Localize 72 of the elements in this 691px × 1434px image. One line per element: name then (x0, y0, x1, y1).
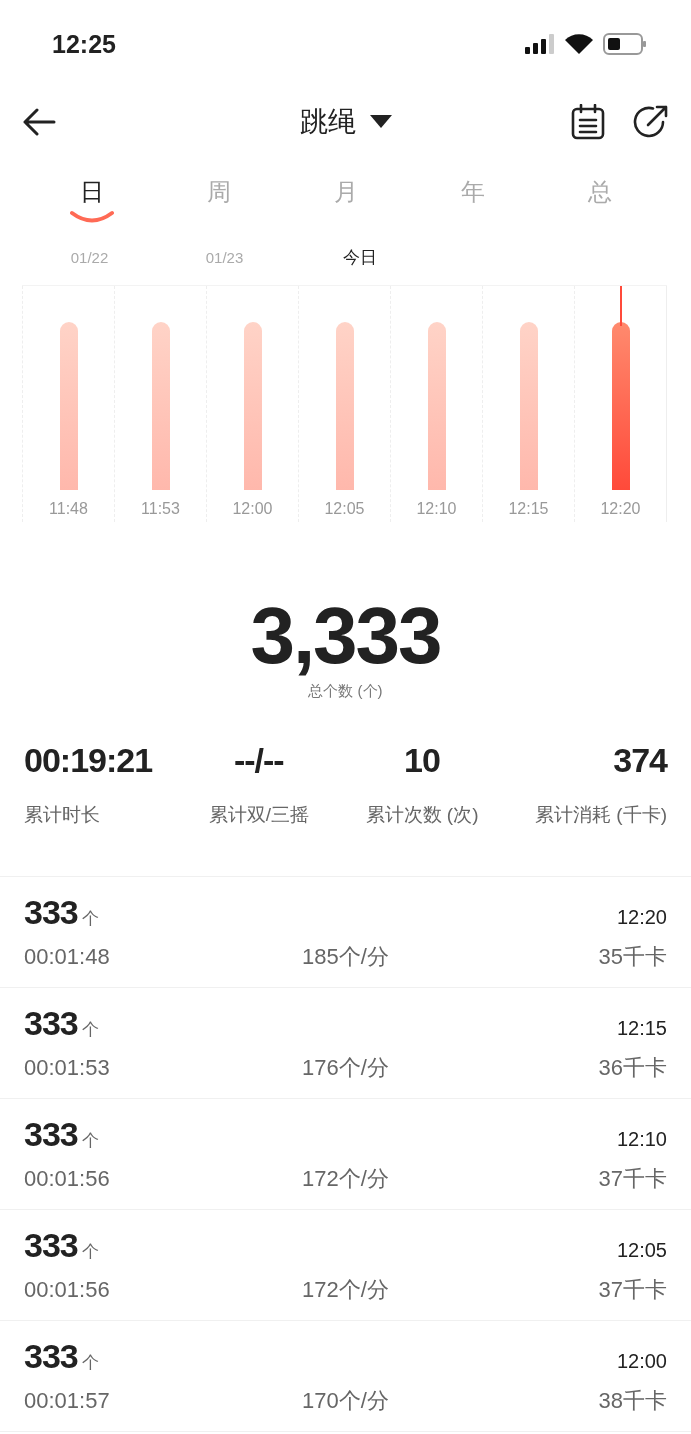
clipboard-icon[interactable] (571, 104, 605, 140)
record-row[interactable]: 333 个 12:20 00:01:48 185个/分 35千卡 (0, 877, 691, 988)
selection-line (619, 286, 622, 326)
record-duration: 00:01:56 (24, 1276, 111, 1303)
record-count: 333 (24, 1336, 78, 1376)
chart-bar[interactable] (519, 322, 538, 490)
record-duration: 00:01:57 (24, 1387, 111, 1414)
tab-indicator-icon (68, 210, 115, 224)
stat-value: 00:19:21 (24, 741, 153, 780)
battery-icon (603, 33, 647, 55)
dropdown-caret-icon[interactable] (369, 115, 392, 129)
record-count: 333 (24, 1003, 78, 1043)
record-calories: 38千卡 (597, 1386, 667, 1415)
record-time: 12:15 (616, 1016, 667, 1040)
record-time: 12:05 (616, 1238, 667, 1262)
total-count: 3,333 (250, 594, 441, 678)
stat-label: 累计双/三摇 (208, 803, 309, 827)
count-unit: 个 (81, 1240, 99, 1263)
share-icon[interactable] (633, 104, 669, 140)
count-unit: 个 (81, 1018, 99, 1041)
record-calories: 36千卡 (597, 1053, 667, 1082)
chart-bar[interactable] (611, 322, 630, 490)
chart-bar[interactable] (427, 322, 446, 490)
record-duration: 00:01:48 (24, 943, 111, 970)
stat-value: --/-- (233, 741, 284, 780)
record-rate: 176个/分 (301, 1053, 390, 1082)
count-unit: 个 (81, 907, 99, 930)
axis-label: 12:10 (416, 500, 457, 518)
stat-value: 10 (404, 741, 440, 780)
count-unit: 个 (81, 1351, 99, 1374)
chart-bar[interactable] (151, 322, 170, 490)
stat-label: 累计时长 (24, 803, 100, 827)
chart-bar[interactable] (243, 322, 262, 490)
record-calories: 37千卡 (597, 1164, 667, 1193)
chart-bar[interactable] (335, 322, 354, 490)
record-rate: 172个/分 (301, 1164, 390, 1193)
back-arrow-icon[interactable] (22, 108, 56, 136)
record-rate: 172个/分 (301, 1275, 390, 1304)
date-tab[interactable]: 今日 (292, 246, 427, 269)
record-count: 333 (24, 892, 78, 932)
stat-label: 累计次数 (次) (365, 803, 479, 827)
record-duration: 00:01:56 (24, 1165, 111, 1192)
page-title[interactable]: 跳绳 (299, 103, 356, 141)
axis-label: 12:05 (324, 500, 365, 518)
period-tab[interactable]: 日 (28, 166, 155, 224)
axis-label: 12:20 (600, 500, 641, 518)
chart-bar[interactable] (59, 322, 78, 490)
record-row[interactable]: 333 个 12:15 00:01:53 176个/分 36千卡 (0, 988, 691, 1099)
total-label: 总个数 (个) (308, 682, 383, 701)
signal-icon (525, 34, 555, 54)
stat-value: 374 (613, 741, 667, 780)
record-count: 333 (24, 1114, 78, 1154)
record-count: 333 (24, 1225, 78, 1265)
record-calories: 37千卡 (597, 1275, 667, 1304)
status-time: 12:25 (52, 29, 116, 59)
record-duration: 00:01:53 (24, 1054, 111, 1081)
record-calories: 35千卡 (597, 942, 667, 971)
record-time: 12:20 (616, 905, 667, 929)
wifi-icon (565, 34, 593, 54)
record-rate: 170个/分 (301, 1386, 390, 1415)
record-rate: 185个/分 (301, 942, 390, 971)
axis-label: 11:48 (49, 500, 88, 518)
axis-label: 11:53 (141, 500, 180, 518)
count-unit: 个 (81, 1129, 99, 1152)
stat-label: 累计消耗 (千卡) (535, 803, 667, 827)
record-time: 12:10 (616, 1127, 667, 1151)
record-row[interactable]: 333 个 12:10 00:01:56 172个/分 37千卡 (0, 1099, 691, 1210)
record-row[interactable]: 333 个 12:00 00:01:57 170个/分 38千卡 (0, 1321, 691, 1432)
record-time: 12:00 (616, 1349, 667, 1373)
record-row[interactable]: 333 个 12:05 00:01:56 172个/分 37千卡 (0, 1210, 691, 1321)
axis-label: 12:00 (232, 500, 273, 518)
axis-label: 12:15 (508, 500, 549, 518)
